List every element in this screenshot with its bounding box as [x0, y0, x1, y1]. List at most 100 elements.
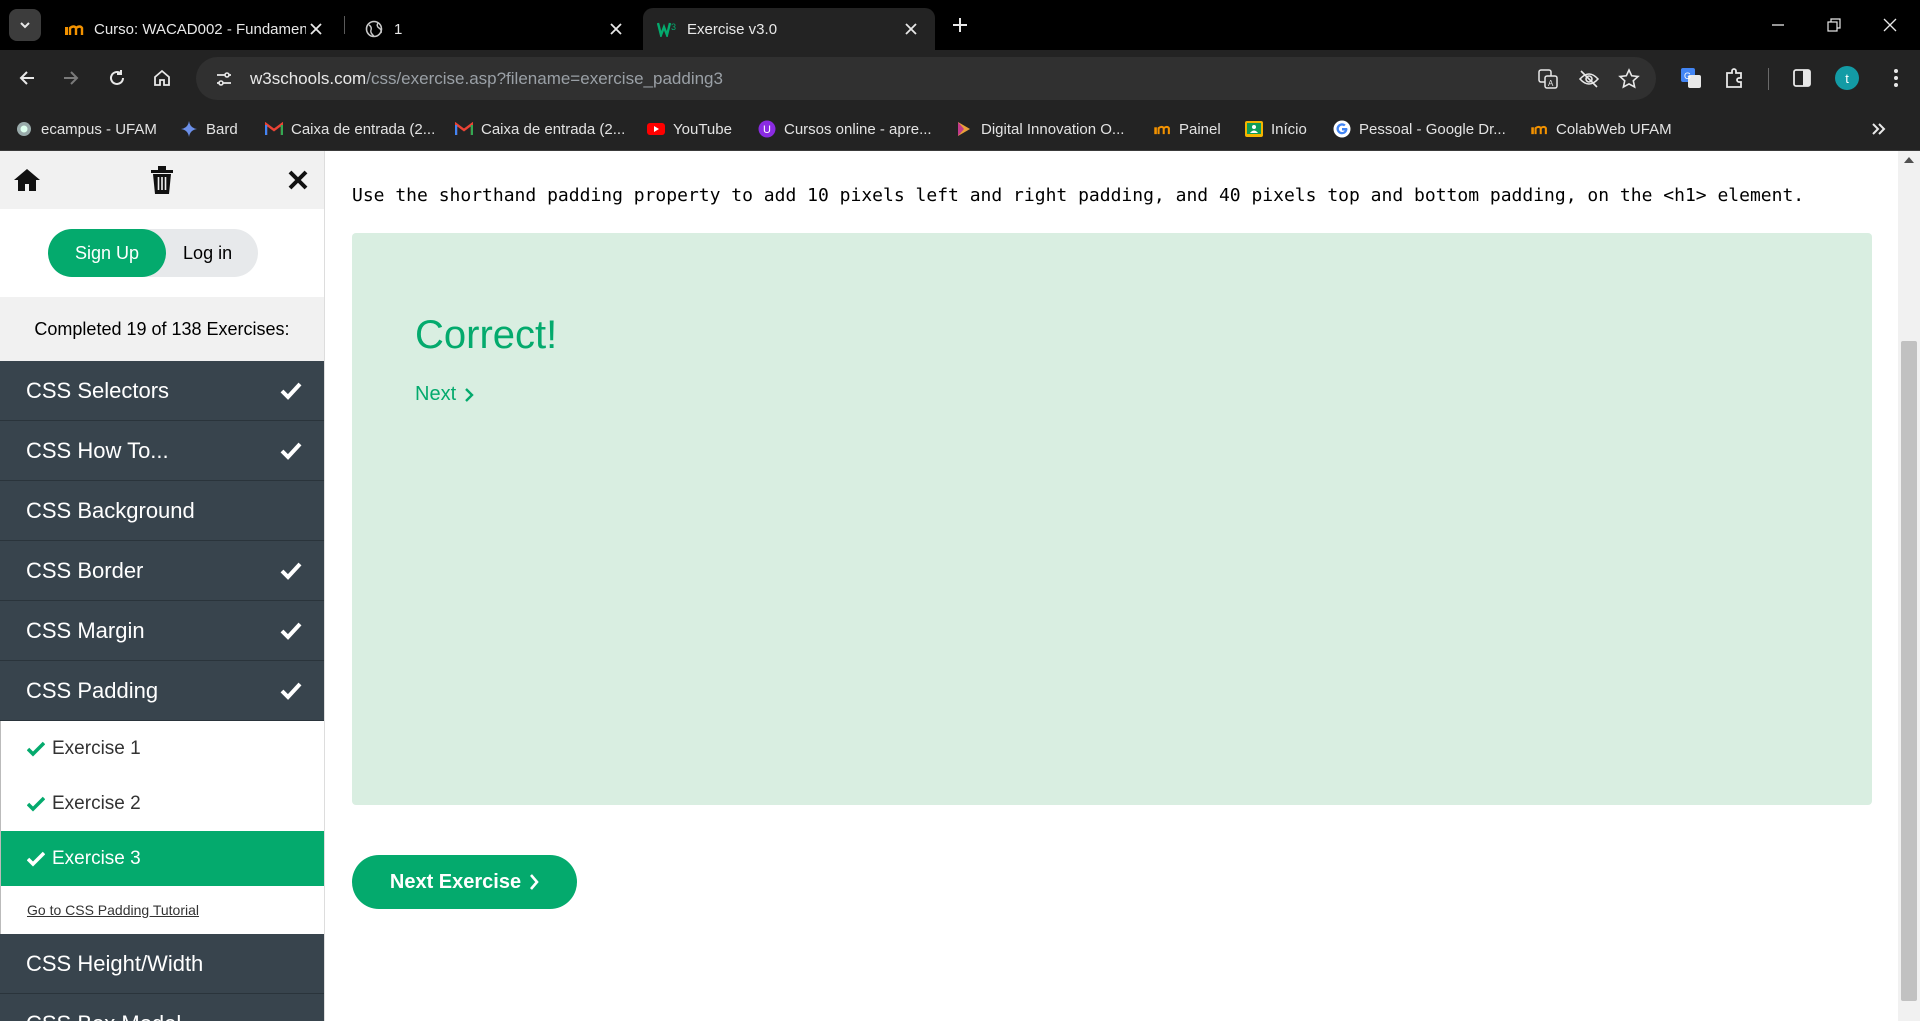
- reset-button[interactable]: [146, 164, 178, 196]
- close-tab-icon[interactable]: [306, 19, 326, 39]
- tab-exercise[interactable]: 3 Exercise v3.0: [643, 8, 935, 50]
- auth-pill: Sign Up Log in: [48, 229, 259, 277]
- side-panel-icon[interactable]: [1786, 62, 1818, 94]
- impacta-favicon-icon: [64, 19, 84, 39]
- profile-avatar[interactable]: t: [1835, 66, 1859, 90]
- reload-icon: [110, 70, 124, 85]
- scroll-up-arrow-icon[interactable]: [1903, 155, 1915, 165]
- svg-text:A: A: [1548, 79, 1554, 88]
- category-css-background[interactable]: CSS Background: [0, 481, 324, 541]
- tutorial-link[interactable]: Go to CSS Padding Tutorial: [0, 886, 324, 934]
- home-button[interactable]: [11, 164, 43, 196]
- bard-sparkle-icon: [180, 120, 198, 138]
- star-icon[interactable]: [1616, 66, 1642, 92]
- extensions-puzzle-icon[interactable]: [1719, 62, 1751, 94]
- url-text: w3schools.com/css/exercise.asp?filename=…: [250, 69, 723, 89]
- category-css-selectors[interactable]: CSS Selectors: [0, 361, 324, 421]
- bookmark-bard[interactable]: Bard: [180, 117, 238, 141]
- category-css-box-model[interactable]: CSS Box Model: [0, 994, 324, 1021]
- minimize-icon: [1772, 24, 1784, 26]
- close-icon: [288, 170, 308, 190]
- bookmark-ecampus[interactable]: ecampus - UFAM: [15, 117, 157, 141]
- forward-button[interactable]: [55, 62, 87, 94]
- checkmark-icon: [280, 682, 302, 700]
- checkmark-icon: [280, 622, 302, 640]
- category-label: CSS Box Model: [26, 1011, 181, 1021]
- next-exercise-button[interactable]: Next Exercise: [352, 855, 577, 909]
- site-info-icon[interactable]: [212, 67, 236, 91]
- tab-divider: [344, 16, 345, 34]
- category-label: CSS Padding: [26, 677, 159, 703]
- globe-icon: [364, 19, 384, 39]
- restore-button[interactable]: [1806, 0, 1862, 50]
- back-button[interactable]: [11, 62, 43, 94]
- bookmark-label: YouTube: [673, 120, 732, 138]
- exercise-item-3[interactable]: Exercise 3: [0, 831, 324, 886]
- checkmark-icon: [280, 382, 302, 400]
- bookmark-label: ColabWeb UFAM: [1556, 120, 1672, 138]
- reload-button[interactable]: [101, 62, 133, 94]
- sign-up-button[interactable]: Sign Up: [48, 229, 167, 277]
- bookmarks-bar: ecampus - UFAM Bard Caixa de entrada (2.…: [0, 107, 1920, 151]
- bookmark-colabweb[interactable]: ColabWeb UFAM: [1530, 117, 1672, 141]
- new-tab-button[interactable]: [946, 11, 974, 39]
- home-icon: [154, 69, 170, 86]
- arrow-left-icon: [19, 71, 34, 85]
- exercise-main: Use the shorthand padding property to ad…: [326, 151, 1900, 1021]
- checkmark-icon: [27, 796, 45, 811]
- checkmark-icon: [27, 741, 45, 756]
- svg-text:G: G: [1684, 71, 1691, 81]
- google-translate-extension-icon[interactable]: G: [1675, 62, 1707, 94]
- bookmark-dio[interactable]: Digital Innovation O...: [955, 117, 1124, 141]
- bookmark-label: Pessoal - Google Dr...: [1359, 120, 1506, 138]
- home-button[interactable]: [146, 62, 178, 94]
- eye-off-icon[interactable]: [1576, 66, 1602, 92]
- bookmark-google-drive[interactable]: Pessoal - Google Dr...: [1333, 117, 1506, 141]
- bookmark-inicio[interactable]: Início: [1245, 117, 1307, 141]
- category-css-height-width[interactable]: CSS Height/Width: [0, 934, 324, 994]
- translate-icon[interactable]: A: [1535, 66, 1561, 92]
- log-in-button[interactable]: Log in: [166, 243, 258, 264]
- bookmark-cursos-online[interactable]: U Cursos online - apre...: [758, 117, 932, 141]
- ecampus-favicon-icon: [15, 120, 33, 138]
- bookmarks-overflow-button[interactable]: [1866, 116, 1892, 142]
- category-css-margin[interactable]: CSS Margin: [0, 601, 324, 661]
- exercise-question: Use the shorthand padding property to ad…: [352, 185, 1805, 206]
- close-tab-icon[interactable]: [606, 19, 626, 39]
- bookmark-gmail-1[interactable]: Caixa de entrada (2...: [265, 117, 435, 141]
- exercise-item-1[interactable]: Exercise 1: [0, 721, 324, 776]
- classroom-icon: [1245, 120, 1263, 138]
- tab-search-button[interactable]: [9, 9, 41, 41]
- double-chevron-right-icon: [1872, 123, 1886, 135]
- minimize-button[interactable]: [1750, 0, 1806, 50]
- bookmark-youtube[interactable]: YouTube: [647, 117, 732, 141]
- scrollbar-thumb[interactable]: [1901, 341, 1917, 1001]
- category-css-padding[interactable]: CSS Padding: [0, 661, 324, 721]
- toolbar-divider: [1768, 68, 1769, 90]
- tab-title: Exercise v3.0: [687, 20, 778, 38]
- next-link[interactable]: Next: [415, 383, 474, 406]
- category-css-border[interactable]: CSS Border: [0, 541, 324, 601]
- close-sidebar-button[interactable]: [282, 164, 314, 196]
- address-bar[interactable]: w3schools.com/css/exercise.asp?filename=…: [196, 57, 1656, 100]
- menu-dots-icon[interactable]: [1880, 62, 1912, 94]
- exercise-label: Exercise 1: [52, 737, 141, 759]
- tab-curso[interactable]: Curso: WACAD002 - Fundamentos: [50, 8, 340, 50]
- chevron-down-icon: [20, 22, 30, 29]
- close-tab-icon[interactable]: [901, 19, 921, 39]
- svg-text:3: 3: [671, 22, 676, 32]
- trash-icon: [151, 166, 173, 194]
- chevron-right-icon: [465, 387, 474, 402]
- w3schools-favicon-icon: 3: [657, 19, 677, 39]
- tab-title: 1: [394, 20, 403, 38]
- page-scrollbar[interactable]: [1898, 151, 1920, 1021]
- bookmark-painel[interactable]: Painel: [1153, 117, 1221, 141]
- category-css-how-to[interactable]: CSS How To...: [0, 421, 324, 481]
- bookmark-gmail-2[interactable]: Caixa de entrada (2...: [455, 117, 625, 141]
- close-icon: [1883, 18, 1897, 32]
- close-window-button[interactable]: [1862, 0, 1918, 50]
- tab-1[interactable]: 1: [350, 8, 640, 50]
- bookmark-label: Cursos online - apre...: [784, 120, 932, 138]
- exercise-item-2[interactable]: Exercise 2: [0, 776, 324, 831]
- impacta-favicon-icon: [1530, 120, 1548, 138]
